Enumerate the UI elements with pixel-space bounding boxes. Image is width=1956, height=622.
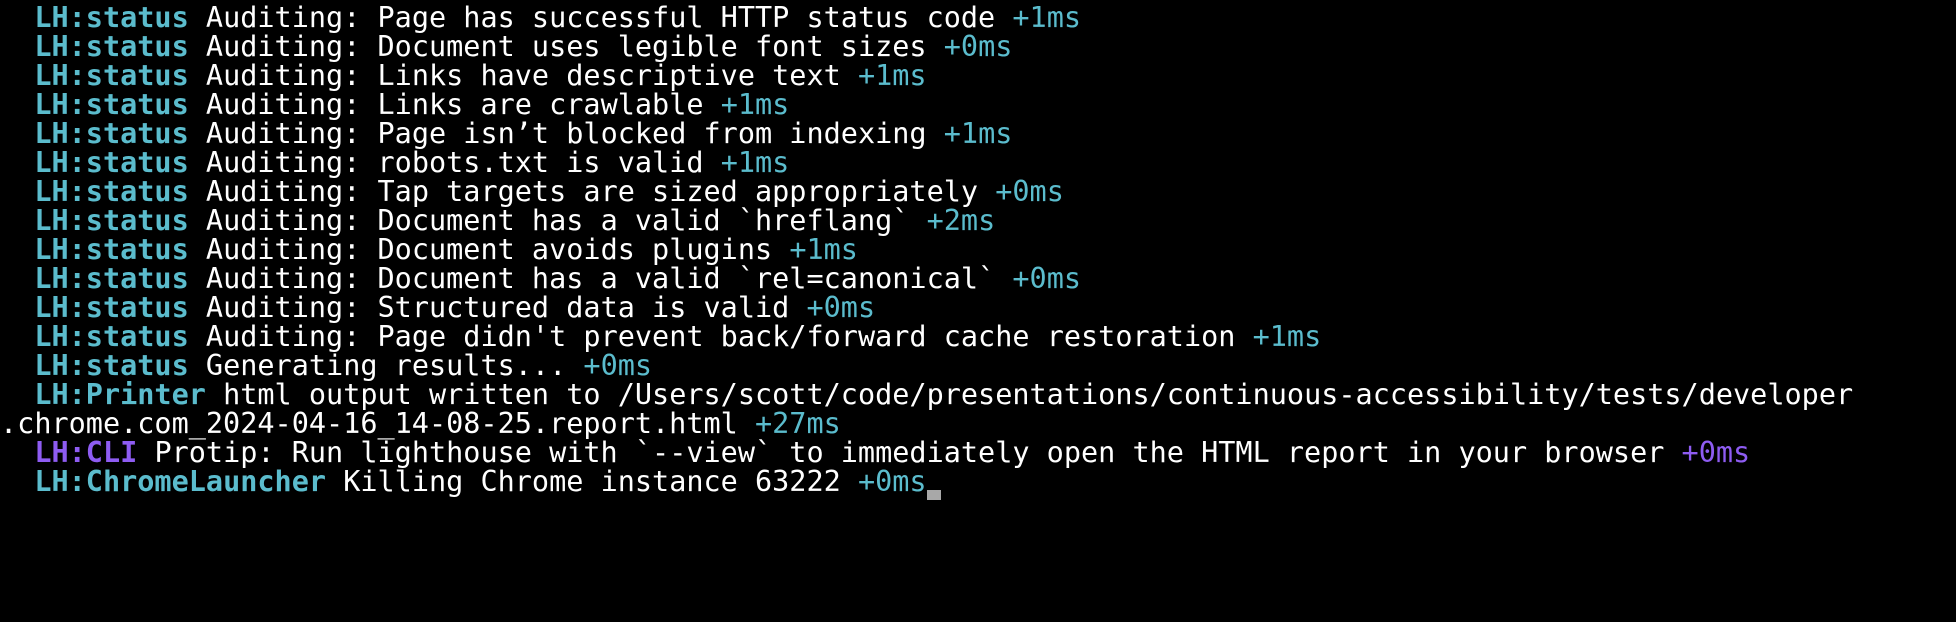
log-time: +2ms — [926, 204, 996, 237]
log-time: +0ms — [943, 30, 1013, 63]
log-tag: LH:ChromeLauncher — [34, 465, 327, 498]
log-time: +1ms — [943, 117, 1013, 150]
log-time: +0ms — [995, 175, 1064, 208]
log-time: +1ms — [857, 59, 927, 92]
log-time: +1ms — [1252, 320, 1322, 353]
log-line: LH:ChromeLauncher Killing Chrome instanc… — [0, 464, 941, 500]
log-time: +0ms — [1681, 436, 1751, 469]
terminal-cursor — [926, 490, 941, 500]
terminal-window[interactable]: LH:status Auditing: Page has successful … — [0, 0, 1956, 622]
log-time: +0ms — [857, 465, 927, 498]
log-message: Killing Chrome instance 63222 — [326, 465, 858, 498]
log-time: +0ms — [1012, 262, 1082, 295]
log-time: +1ms — [1012, 1, 1082, 34]
